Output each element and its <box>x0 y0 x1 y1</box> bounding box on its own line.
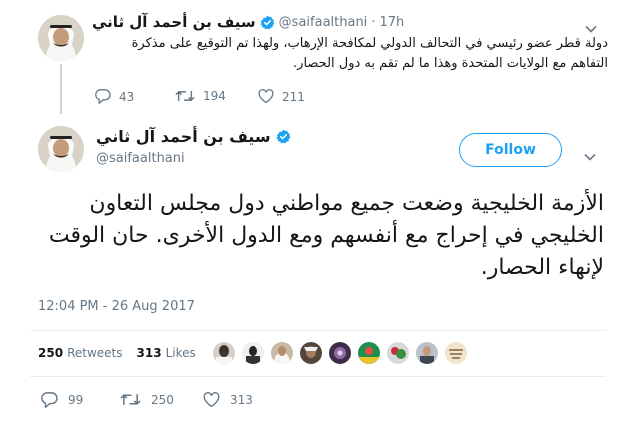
main-tweet-text: الأزمة الخليجية وضعت جميع مواطني دول مجل… <box>48 191 604 280</box>
main-tweet-author-name[interactable]: سيف بن أحمد آل ثاني <box>96 127 271 146</box>
avatar[interactable] <box>242 342 264 364</box>
avatar[interactable] <box>387 342 409 364</box>
avatar[interactable] <box>416 342 438 364</box>
liker-avatars <box>213 342 473 366</box>
reply-tweet-avatar[interactable] <box>38 15 84 61</box>
retweet-icon <box>120 394 141 405</box>
main-tweet-author: سيف بن أحمد آل ثاني @saifaalthani <box>96 127 316 169</box>
retweet-button[interactable]: 250 <box>120 392 174 407</box>
main-tweet-handle[interactable]: @saifaalthani <box>96 151 316 166</box>
divider <box>30 330 606 331</box>
reply-count: 99 <box>68 393 84 407</box>
chevron-down-icon[interactable] <box>584 146 596 165</box>
avatar[interactable] <box>329 342 351 364</box>
reply-tweet-time[interactable]: 17h <box>379 15 404 30</box>
reply-tweet-text: دولة قطر عضو رئيسي في التحالف الدولي لمك… <box>131 36 608 71</box>
reply-tweet-actions: 43 194 211 <box>94 89 354 107</box>
reply-count: 43 <box>119 89 135 104</box>
likes-label[interactable]: Likes <box>166 346 196 360</box>
reply-button[interactable]: 99 <box>40 392 83 408</box>
retweet-count: 250 <box>151 392 174 407</box>
retweets-label[interactable]: Retweets <box>67 346 122 360</box>
reply-tweet-handle[interactable]: @saifaalthani <box>279 15 368 30</box>
avatar[interactable] <box>358 342 380 364</box>
like-count: 211 <box>282 89 305 104</box>
like-count: 313 <box>230 393 253 407</box>
heart-icon <box>258 89 274 104</box>
main-tweet-avatar[interactable] <box>38 126 84 172</box>
heart-icon <box>203 392 220 408</box>
avatar[interactable] <box>300 342 322 364</box>
retweet-count: 194 <box>203 89 226 103</box>
likes-count[interactable]: 313 <box>137 346 162 360</box>
thread-connector-line <box>60 64 62 114</box>
verified-badge-icon <box>260 15 275 30</box>
reply-tweet-header: سيف بن أحمد آل ثاني @saifaalthani · 17h <box>92 13 404 31</box>
separator-dot: · <box>371 14 376 30</box>
main-tweet-timestamp[interactable]: 12:04 PM - 26 Aug 2017 <box>38 299 195 314</box>
retweet-button[interactable]: 194 <box>175 89 226 103</box>
reply-button[interactable]: 43 <box>94 89 134 104</box>
retweets-count[interactable]: 250 <box>38 346 63 360</box>
reply-tweet-author-name[interactable]: سيف بن أحمد آل ثاني <box>92 13 256 31</box>
avatar[interactable] <box>271 342 293 364</box>
avatar[interactable] <box>445 342 467 364</box>
engagement-stats: 250 Retweets 313 Likes <box>38 344 196 362</box>
main-tweet-actions: 99 250 313 <box>40 392 340 410</box>
reply-icon <box>95 89 111 104</box>
verified-badge-icon <box>276 129 291 144</box>
like-button[interactable]: 211 <box>258 89 305 104</box>
avatar[interactable] <box>213 342 235 364</box>
reply-icon <box>41 392 58 408</box>
like-button[interactable]: 313 <box>203 392 253 408</box>
divider <box>30 376 606 377</box>
retweet-icon <box>175 90 195 102</box>
follow-button[interactable]: Follow <box>459 133 562 167</box>
